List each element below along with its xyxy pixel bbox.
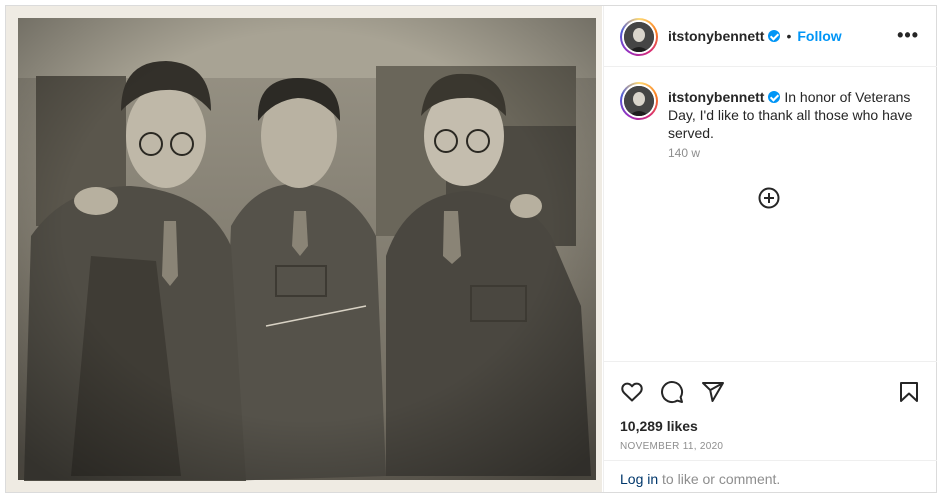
- verified-badge-icon: [768, 30, 781, 42]
- share-icon[interactable]: [701, 380, 725, 404]
- post-actions: 10,289 likes NOVEMBER 11, 2020 Log in to…: [604, 361, 937, 493]
- likes-count[interactable]: 10,289 likes: [620, 418, 698, 434]
- vintage-photo-of-three-soldiers: [6, 6, 602, 492]
- login-suffix: to like or comment.: [658, 471, 781, 487]
- caption: itstonybennett In honor of Veterans Day,…: [668, 88, 918, 142]
- caption-timestamp[interactable]: 140 w: [668, 146, 700, 160]
- bookmark-icon[interactable]: [897, 380, 921, 404]
- person-portrait-icon: [624, 86, 654, 116]
- avatar-image: [624, 22, 654, 52]
- username-link[interactable]: itstonybennett: [668, 28, 764, 44]
- post-photo[interactable]: [6, 6, 602, 492]
- avatar-image: [624, 86, 654, 116]
- instagram-post: itstonybennett • Follow ••• itstonybennett…: [5, 5, 937, 493]
- separator-dot: •: [786, 28, 792, 44]
- post-date: NOVEMBER 11, 2020: [620, 441, 724, 452]
- login-prompt: Log in to like or comment.: [604, 460, 937, 494]
- comment-icon[interactable]: [660, 380, 684, 404]
- caption-avatar[interactable]: [620, 82, 658, 120]
- profile-avatar[interactable]: [620, 18, 658, 56]
- login-link[interactable]: Log in: [620, 471, 658, 487]
- more-options-button[interactable]: •••: [897, 26, 919, 44]
- follow-button[interactable]: Follow: [797, 28, 841, 44]
- verified-badge-icon: [768, 91, 781, 103]
- header-name-row: itstonybennett • Follow: [668, 28, 842, 44]
- caption-username[interactable]: itstonybennett: [668, 89, 764, 105]
- person-portrait-icon: [624, 22, 654, 52]
- add-circle-icon[interactable]: [758, 187, 780, 209]
- post-header: itstonybennett • Follow •••: [604, 6, 937, 67]
- post-sidebar: itstonybennett • Follow ••• itstonybennett…: [603, 6, 937, 492]
- heart-icon[interactable]: [620, 380, 644, 404]
